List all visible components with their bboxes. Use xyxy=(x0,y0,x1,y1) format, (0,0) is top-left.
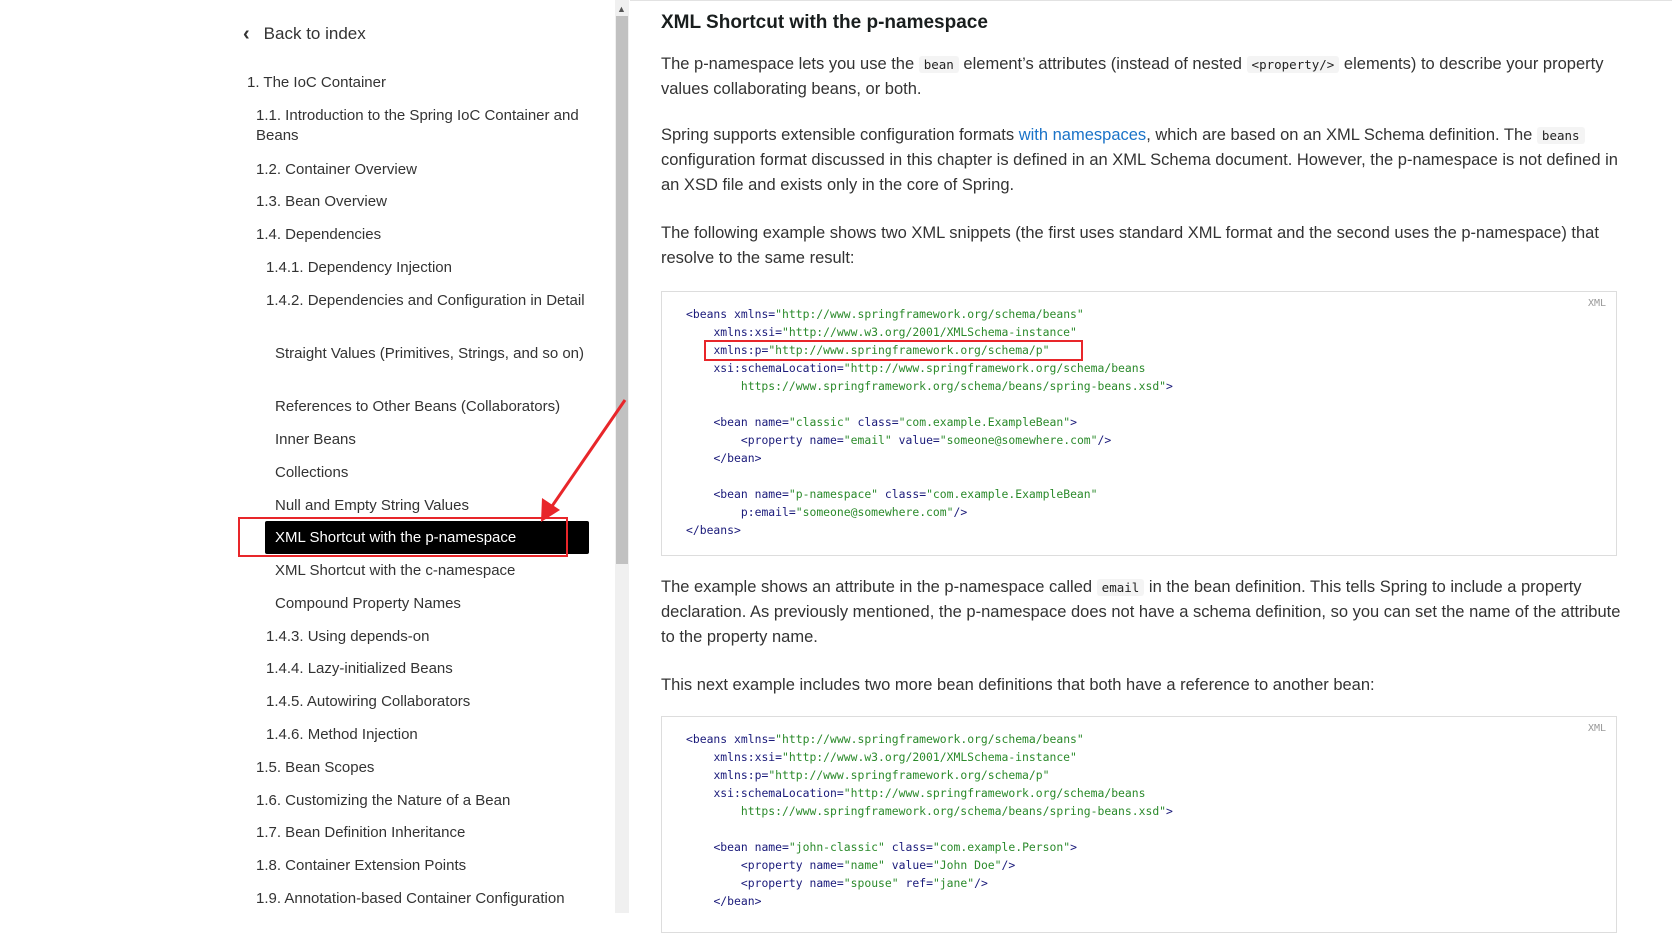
toc-item-bean-scopes[interactable]: 1.5. Bean Scopes xyxy=(256,758,586,778)
toc-item-annotation-config[interactable]: 1.9. Annotation-based Container Configur… xyxy=(256,889,586,909)
toc-item-container-overview[interactable]: 1.2. Container Overview xyxy=(256,160,586,180)
toc-item-straight-values[interactable]: Straight Values (Primitives, Strings, an… xyxy=(275,344,585,364)
inline-code-email: email xyxy=(1096,579,1145,596)
toc-item-dependencies-config-detail[interactable]: 1.4.2. Dependencies and Configuration in… xyxy=(266,291,586,311)
code-block-2: XML <beans xmlns="http://www.springframe… xyxy=(661,716,1617,933)
paragraph-example-intro: The following example shows two XML snip… xyxy=(661,224,1599,267)
toc-item-method-injection[interactable]: 1.4.6. Method Injection xyxy=(266,725,586,745)
inline-code-property: <property/> xyxy=(1246,56,1340,73)
toc-item-dependency-injection[interactable]: 1.4.1. Dependency Injection xyxy=(266,258,586,278)
back-to-index-link[interactable]: ‹ Back to index xyxy=(243,24,366,44)
toc-item-inner-beans[interactable]: Inner Beans xyxy=(275,430,585,450)
toc-item-references-other-beans[interactable]: References to Other Beans (Collaborators… xyxy=(275,397,585,417)
toc-item-null-empty-string[interactable]: Null and Empty String Values xyxy=(275,496,585,516)
toc-item-dependencies[interactable]: 1.4. Dependencies xyxy=(256,225,586,245)
paragraph-namespaces: Spring supports extensible configuration… xyxy=(661,126,1618,194)
code-block-1: XML <beans xmlns="http://www.springframe… xyxy=(661,291,1617,556)
chevron-left-icon: ‹ xyxy=(243,23,250,45)
inline-code-beans: beans xyxy=(1536,127,1585,144)
toc-item-depends-on[interactable]: 1.4.3. Using depends-on xyxy=(266,627,586,647)
code-content-2: <beans xmlns="http://www.springframework… xyxy=(686,732,1173,908)
with-namespaces-link[interactable]: with namespaces xyxy=(1019,126,1146,144)
code-content-1: <beans xmlns="http://www.springframework… xyxy=(686,307,1173,537)
toc-item-introduction[interactable]: 1.1. Introduction to the Spring IoC Cont… xyxy=(256,106,586,146)
toc-item-autowiring[interactable]: 1.4.5. Autowiring Collaborators xyxy=(266,692,586,712)
sidebar-scrollbar-thumb[interactable] xyxy=(616,16,628,564)
toc-item-customizing-bean[interactable]: 1.6. Customizing the Nature of a Bean xyxy=(256,791,586,811)
toc-item-bean-definition-inheritance[interactable]: 1.7. Bean Definition Inheritance xyxy=(256,823,586,843)
code-language-label-2: XML xyxy=(1587,723,1606,734)
toc-item-c-namespace[interactable]: XML Shortcut with the c-namespace xyxy=(275,561,585,581)
paragraph-example-explanation: The example shows an attribute in the p-… xyxy=(661,578,1621,646)
paragraph-next-example: This next example includes two more bean… xyxy=(661,676,1375,694)
toc-item-collections[interactable]: Collections xyxy=(275,463,585,483)
toc-item-ioc-container[interactable]: 1. The IoC Container xyxy=(247,73,587,93)
toc-item-bean-overview[interactable]: 1.3. Bean Overview xyxy=(256,192,586,212)
toc-item-lazy-init[interactable]: 1.4.4. Lazy-initialized Beans xyxy=(266,659,586,679)
paragraph-intro: The p-namespace lets you use the bean el… xyxy=(661,55,1604,98)
top-divider xyxy=(630,0,1672,1)
inline-code-bean: bean xyxy=(918,56,959,73)
toc-item-container-extension-points[interactable]: 1.8. Container Extension Points xyxy=(256,856,586,876)
code-language-label-1: XML xyxy=(1587,298,1606,309)
back-to-index-label: Back to index xyxy=(263,24,366,43)
toc-item-compound-property-names[interactable]: Compound Property Names xyxy=(275,594,585,614)
annotation-box-sidebar xyxy=(238,517,568,557)
page-title: XML Shortcut with the p-namespace xyxy=(661,12,988,33)
scroll-up-arrow-icon[interactable]: ▲ xyxy=(617,4,626,14)
annotation-box-xmlns-p xyxy=(704,340,1083,361)
